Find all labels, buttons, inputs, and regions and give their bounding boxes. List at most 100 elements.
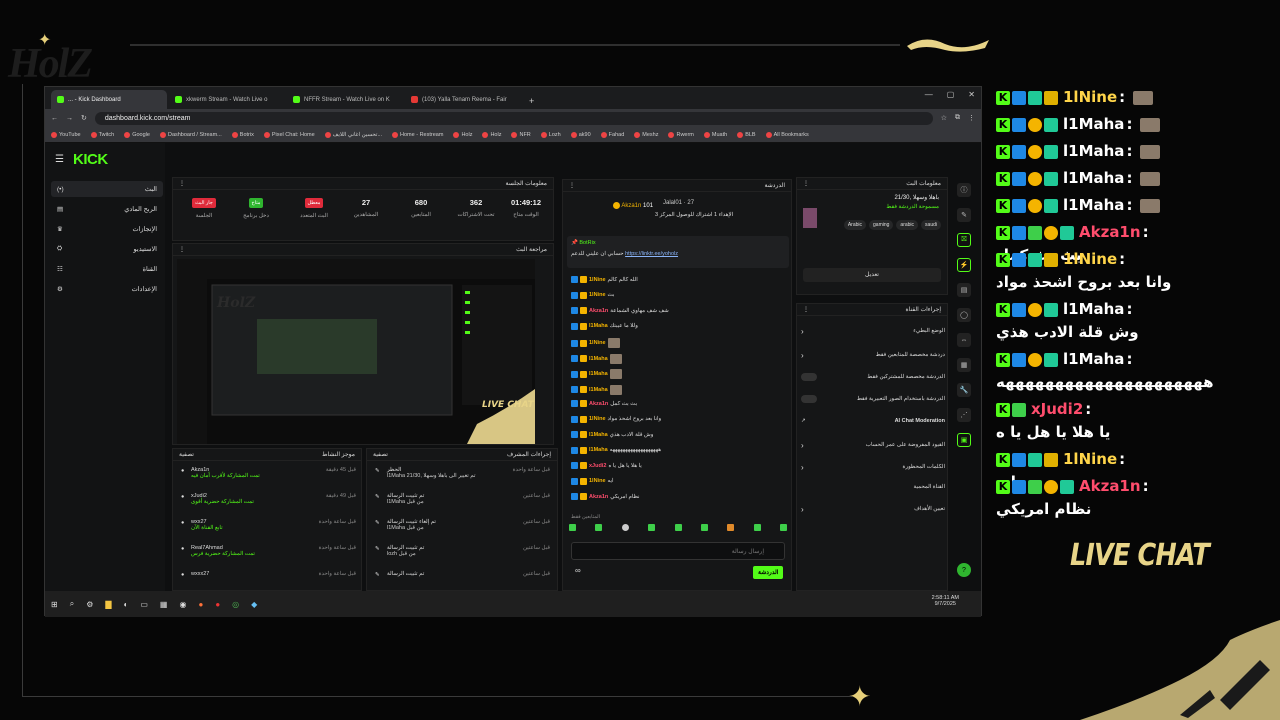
chat-username[interactable]: l1Maha (589, 447, 608, 453)
channel-action-row[interactable]: الدردشة مخصصة للمشتركين فقط (801, 370, 945, 384)
toggle-switch[interactable] (801, 395, 817, 403)
bookmark-item[interactable]: Meshz (634, 131, 658, 138)
chat-message-input[interactable]: إرسال رسالة (571, 542, 785, 560)
sidebar-item[interactable]: ♛ الإنجازات (51, 221, 163, 237)
bookmark-item[interactable]: All Bookmarks (765, 131, 809, 138)
bookmark-item[interactable]: Muath (703, 131, 727, 138)
chat-username[interactable]: xJudi2 (589, 463, 606, 469)
emote-icon[interactable] (780, 524, 787, 531)
sidebar-item[interactable]: ⚙ الإعدادات (51, 281, 163, 297)
chat-username[interactable]: 1lNine (589, 416, 606, 422)
panel-menu-icon[interactable]: ⋮ (179, 246, 185, 253)
sidebar-item[interactable]: (•) البث (51, 181, 163, 197)
help-icon[interactable]: ? (957, 563, 971, 577)
stream-tag[interactable]: saudi (921, 220, 941, 230)
bookmark-item[interactable]: Twitch (90, 131, 114, 138)
emote-icon[interactable] (753, 524, 761, 531)
chevron-right-icon[interactable]: › (801, 327, 804, 336)
sidebar-item[interactable]: ⛭ الاستيديو (51, 241, 163, 257)
emote-icon[interactable] (700, 524, 708, 531)
panel-menu-icon[interactable]: ⋮ (803, 180, 809, 187)
toggle-switch[interactable] (801, 373, 817, 381)
chrome-icon[interactable]: ◎ (232, 600, 239, 609)
channel-action-row[interactable]: الدردشة باستخدام الصور التعبيرية فقط (801, 392, 945, 406)
channel-action-row[interactable]: القناة المحمية (801, 480, 945, 494)
bookmark-item[interactable]: تحسين اغاني اللايف... (324, 131, 382, 138)
chat-username[interactable]: 1lNine (589, 478, 606, 484)
chat-username[interactable]: l1Maha (589, 323, 608, 329)
terminal-icon[interactable]: ▭ (140, 600, 148, 609)
filter-button[interactable]: تصفية (179, 451, 194, 458)
browser-app-icon[interactable]: ● (215, 600, 220, 609)
chat-username[interactable]: l1Maha (589, 356, 608, 362)
chevron-right-icon[interactable]: › (801, 441, 804, 450)
menu-dots-icon[interactable]: ⋮ (968, 114, 975, 122)
emote-icon[interactable] (621, 524, 629, 531)
close-icon[interactable]: ✕ (968, 90, 975, 99)
document-icon[interactable]: ▤ (957, 283, 971, 297)
stream-tag[interactable]: gaming (869, 220, 894, 230)
external-link-icon[interactable]: ↗ (801, 418, 806, 424)
pencil-icon[interactable]: ✎ (957, 208, 971, 222)
chat-bubble-icon[interactable]: ◯ (957, 308, 971, 322)
stream-tag[interactable]: Arabic (843, 220, 867, 230)
chat-username[interactable]: 1lNine (589, 292, 606, 298)
bookmark-item[interactable]: Lozh (540, 131, 561, 138)
sidebar-item[interactable]: ▤ الربح المادي (51, 201, 163, 217)
chevron-right-icon[interactable]: › (801, 463, 804, 472)
bookmark-item[interactable]: Fahad (600, 131, 624, 138)
channel-action-row[interactable]: ↗ AI Chat Moderation (801, 414, 945, 428)
hamburger-menu-icon[interactable]: ☰ (55, 154, 64, 165)
start-menu-icon[interactable]: ⊞ (51, 600, 58, 609)
bookmark-item[interactable]: Pixel Chat: Home (263, 131, 315, 138)
reload-icon[interactable]: ↻ (81, 114, 87, 122)
grid-icon[interactable]: ▣ (957, 433, 971, 447)
forward-icon[interactable]: → (66, 115, 73, 122)
file-explorer-icon[interactable]: ▇ (105, 600, 111, 609)
send-chat-button[interactable]: الدردشة (753, 566, 784, 579)
chat-username[interactable]: 1lNine (589, 340, 606, 346)
firefox-icon[interactable]: ● (198, 600, 203, 609)
minimize-icon[interactable]: — (925, 90, 933, 99)
emote-icon[interactable] (674, 524, 682, 531)
layout-icon[interactable]: ▦ (957, 358, 971, 372)
emote-icon[interactable] (648, 524, 656, 531)
bookmark-star-icon[interactable]: ☆ (941, 114, 947, 122)
bookmark-item[interactable]: NFR (511, 131, 531, 138)
bookmark-item[interactable]: BLB (737, 131, 756, 138)
obs-icon[interactable]: ◉ (179, 600, 186, 609)
app-icon[interactable]: ◐ (124, 600, 129, 609)
filter-button[interactable]: تصفية (373, 451, 388, 458)
steam-icon[interactable]: ◆ (251, 600, 257, 609)
taskbar-clock[interactable]: 2:58:11 AM 9/7/2025 (932, 595, 959, 607)
edit-stream-button[interactable]: تعديل (803, 268, 941, 282)
bookmark-item[interactable]: Google (124, 131, 150, 138)
bookmark-item[interactable]: Rwerm (668, 131, 694, 138)
new-tab-button[interactable]: + (523, 96, 540, 109)
bookmark-item[interactable]: Holz (453, 131, 472, 138)
chat-username[interactable]: l1Maha (589, 387, 608, 393)
extensions-icon[interactable]: ⧉ (955, 114, 960, 122)
channel-action-row[interactable]: › دردشة مخصصة للمتابعين فقط (801, 348, 945, 362)
channel-action-row[interactable]: › الوضع البطيء (801, 324, 945, 338)
info-icon[interactable]: ⓘ (957, 183, 971, 197)
browser-tab[interactable]: xkwerm Stream - Watch Live o (169, 90, 285, 109)
bookmark-item[interactable]: Dashboard / Stream... (159, 131, 222, 138)
channel-action-row[interactable]: › الكلمات المحظورة (801, 460, 945, 474)
share-icon[interactable]: ⋰ (957, 408, 971, 422)
settings-icon[interactable]: ⚙ (86, 600, 93, 609)
bookmark-item[interactable]: Home - Restream (392, 131, 443, 138)
chat-username[interactable]: 1lNine (589, 277, 606, 283)
bookmark-item[interactable]: Botrix (231, 131, 254, 138)
browser-tab[interactable]: ... - Kick Dashboard (51, 90, 167, 109)
app-icon[interactable]: ▦ (160, 600, 168, 609)
channel-action-row[interactable]: › تعيين الأهداف (801, 502, 945, 516)
search-icon[interactable]: ⌕ (70, 599, 74, 609)
panel-menu-icon[interactable]: ⋮ (803, 306, 809, 313)
pin-icon[interactable]: 📌 (571, 240, 578, 246)
stream-tag[interactable]: arabic (896, 220, 919, 230)
browser-tab[interactable]: NFFR Stream - Watch Live on K (287, 90, 403, 109)
stream-preview-video[interactable]: LIVE CHAT HolZ (177, 259, 537, 444)
pinned-link[interactable]: https://linktr.ee/yoholz (625, 251, 678, 257)
chevron-right-icon[interactable]: › (801, 351, 804, 360)
